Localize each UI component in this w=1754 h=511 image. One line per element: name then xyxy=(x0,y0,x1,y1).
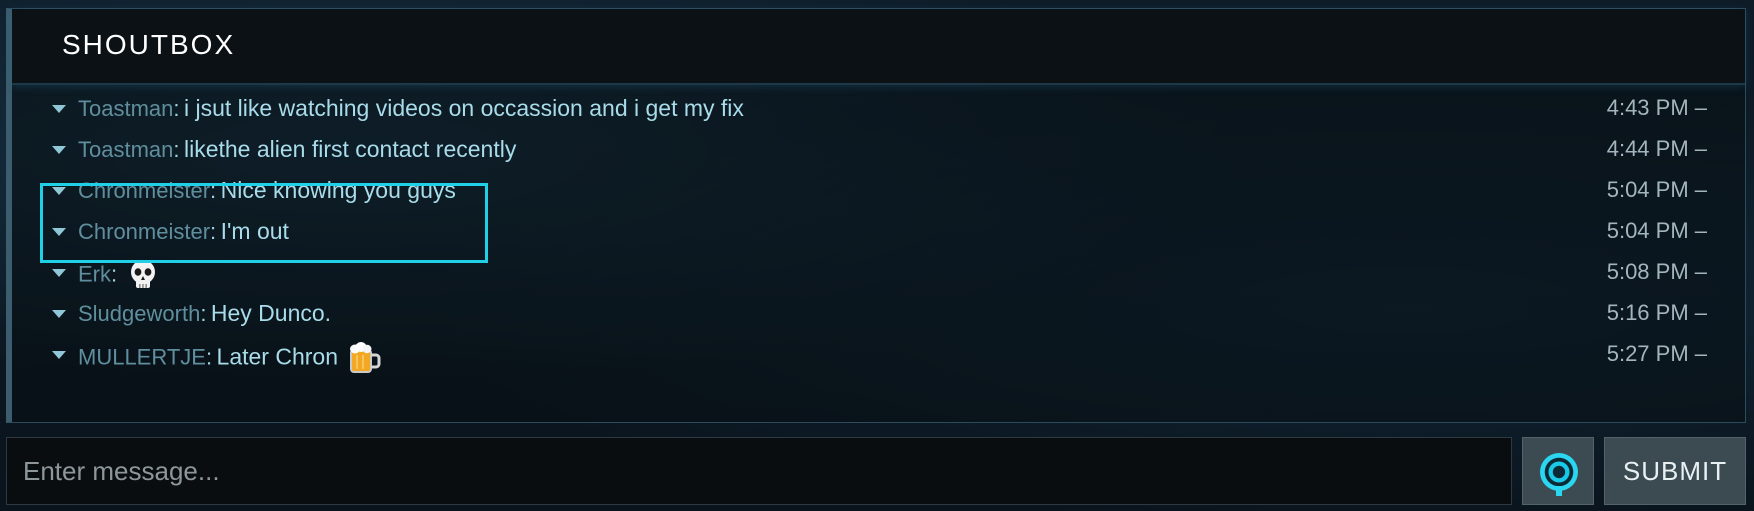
message-username[interactable]: Chronmeister xyxy=(78,178,210,203)
message-row: Toastman: likethe alien first contact re… xyxy=(12,132,1745,172)
shoutbox-header: SHOUTBOX xyxy=(12,9,1745,85)
message-username[interactable]: MULLERTJE xyxy=(78,345,206,370)
message-separator: : xyxy=(210,178,217,203)
composer: SUBMIT xyxy=(6,437,1746,505)
message-separator: : xyxy=(210,219,217,244)
message-separator: : xyxy=(173,96,180,121)
message-username[interactable]: Sludgeworth xyxy=(78,301,200,326)
chevron-down-icon[interactable] xyxy=(52,351,66,359)
message-username[interactable]: Erk xyxy=(78,262,111,287)
message-time: 4:44 PM – xyxy=(1606,136,1707,161)
message-separator: : xyxy=(200,301,207,326)
message-time: 5:27 PM – xyxy=(1606,341,1707,366)
message-row: Chronmeister: I'm out 5:04 PM – xyxy=(12,214,1745,254)
message-line: Chronmeister: Nice knowing you guys xyxy=(78,177,456,204)
message-time: 5:04 PM – xyxy=(1606,218,1707,243)
message-line: Erk: xyxy=(78,259,158,296)
message-time: 5:04 PM – xyxy=(1606,177,1707,202)
message-text: likethe alien first contact recently xyxy=(183,136,517,162)
message-username[interactable]: Toastman xyxy=(78,137,173,162)
message-line: MULLERTJE: Later Chron xyxy=(78,341,382,380)
shoutbox-title: SHOUTBOX xyxy=(62,29,236,60)
message-time: 4:43 PM – xyxy=(1606,95,1707,120)
message-separator: : xyxy=(173,137,180,162)
message-row: Sludgeworth: Hey Dunco. 5:16 PM – xyxy=(12,296,1745,336)
message-username[interactable]: Chronmeister xyxy=(78,219,210,244)
message-line: Sludgeworth: Hey Dunco. xyxy=(78,300,331,327)
message-list[interactable]: Toastman: i jsut like watching videos on… xyxy=(12,91,1745,421)
message-time: 5:08 PM – xyxy=(1606,259,1707,284)
skull-emoji-icon xyxy=(128,259,158,296)
message-row: Toastman: i jsut like watching videos on… xyxy=(12,91,1745,131)
message-input[interactable] xyxy=(6,437,1512,505)
message-row: Erk: 5:08 PM – xyxy=(12,255,1745,295)
beer-mug-emoji-icon xyxy=(348,341,382,380)
emoticon-icon-stem xyxy=(1556,486,1562,496)
message-row: MULLERTJE: Later Chron 5:27 PM – xyxy=(12,337,1745,377)
chevron-down-icon[interactable] xyxy=(52,310,66,318)
chevron-down-icon[interactable] xyxy=(52,187,66,195)
emoji-button[interactable] xyxy=(1522,437,1594,505)
message-username[interactable]: Toastman xyxy=(78,96,173,121)
message-text: Nice knowing you guys xyxy=(220,177,456,203)
chevron-down-icon[interactable] xyxy=(52,105,66,113)
message-line: Chronmeister: I'm out xyxy=(78,218,289,245)
chevron-down-icon[interactable] xyxy=(52,228,66,236)
message-row: Chronmeister: Nice knowing you guys 5:04… xyxy=(12,173,1745,213)
message-text: Hey Dunco. xyxy=(210,300,332,326)
message-text: Later Chron xyxy=(216,343,339,370)
page: SHOUTBOX Toastman: i jsut like watching … xyxy=(0,0,1754,511)
message-separator: : xyxy=(205,344,213,370)
shoutbox-panel: SHOUTBOX Toastman: i jsut like watching … xyxy=(6,8,1746,423)
message-time: 5:16 PM – xyxy=(1606,300,1707,325)
message-text: I'm out xyxy=(220,218,289,244)
message-line: Toastman: i jsut like watching videos on… xyxy=(78,95,744,122)
message-separator: : xyxy=(111,261,118,287)
message-line: Toastman: likethe alien first contact re… xyxy=(78,136,516,163)
chevron-down-icon[interactable] xyxy=(52,269,66,277)
submit-button[interactable]: SUBMIT xyxy=(1604,437,1746,505)
chevron-down-icon[interactable] xyxy=(52,146,66,154)
message-text: i jsut like watching videos on occassion… xyxy=(183,95,744,121)
